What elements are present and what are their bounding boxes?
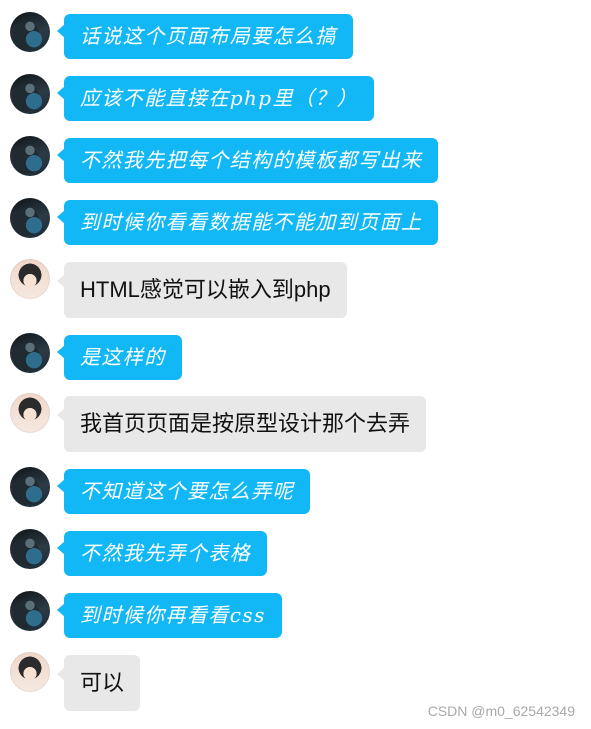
message-row-8: 不知道这个要怎么弄呢 xyxy=(10,467,310,514)
message-bubble[interactable]: 不知道这个要怎么弄呢 xyxy=(57,469,310,514)
message-bubble[interactable]: 到时候你再看看css xyxy=(57,593,282,638)
avatar-icon[interactable] xyxy=(10,333,50,373)
message-row-9: 不然我先弄个表格 xyxy=(10,529,268,576)
message-bubble[interactable]: 不然我先把每个结构的模板都写出来 xyxy=(56,138,439,183)
avatar-icon[interactable] xyxy=(10,591,50,631)
message-bubble[interactable]: 话说这个页面布局要怎么搞 xyxy=(57,14,353,59)
message-row-3: 不然我先把每个结构的模板都写出来 xyxy=(10,136,439,183)
avatar-icon[interactable] xyxy=(10,259,50,299)
avatar-icon[interactable] xyxy=(10,198,50,238)
avatar-icon[interactable] xyxy=(10,652,50,692)
message-row-6: 是这样的 xyxy=(10,333,182,380)
message-bubble[interactable]: 可以 xyxy=(56,655,141,711)
avatar-icon[interactable] xyxy=(10,136,50,176)
message-row-7: 我首页页面是按原型设计那个去弄 xyxy=(10,393,427,452)
message-bubble[interactable]: 到时候你看看数据能不能加到页面上 xyxy=(56,200,439,245)
message-row-4: 到时候你看看数据能不能加到页面上 xyxy=(10,198,439,245)
message-bubble[interactable]: 我首页页面是按原型设计那个去弄 xyxy=(56,396,427,452)
avatar-icon[interactable] xyxy=(10,12,50,52)
message-bubble[interactable]: 不然我先弄个表格 xyxy=(56,531,268,576)
message-bubble[interactable]: 是这样的 xyxy=(57,335,182,380)
avatar-icon[interactable] xyxy=(10,529,50,569)
message-row-5: HTML感觉可以嵌入到php xyxy=(10,259,347,318)
avatar-icon[interactable] xyxy=(10,74,50,114)
watermark-text: CSDN @m0_62542349 xyxy=(427,703,575,719)
avatar-icon[interactable] xyxy=(10,467,50,507)
avatar-icon[interactable] xyxy=(10,393,50,433)
message-row-1: 话说这个页面布局要怎么搞 xyxy=(10,12,353,59)
chat-thread: 话说这个页面布局要怎么搞 应该不能直接在php里（？） 不然我先把每个结构的模板… xyxy=(0,0,591,729)
message-bubble[interactable]: 应该不能直接在php里（？） xyxy=(56,76,375,121)
message-row-11: 可以 xyxy=(10,652,141,711)
message-bubble[interactable]: HTML感觉可以嵌入到php xyxy=(57,262,347,318)
message-row-2: 应该不能直接在php里（？） xyxy=(10,74,375,121)
message-row-10: 到时候你再看看css xyxy=(10,591,282,638)
